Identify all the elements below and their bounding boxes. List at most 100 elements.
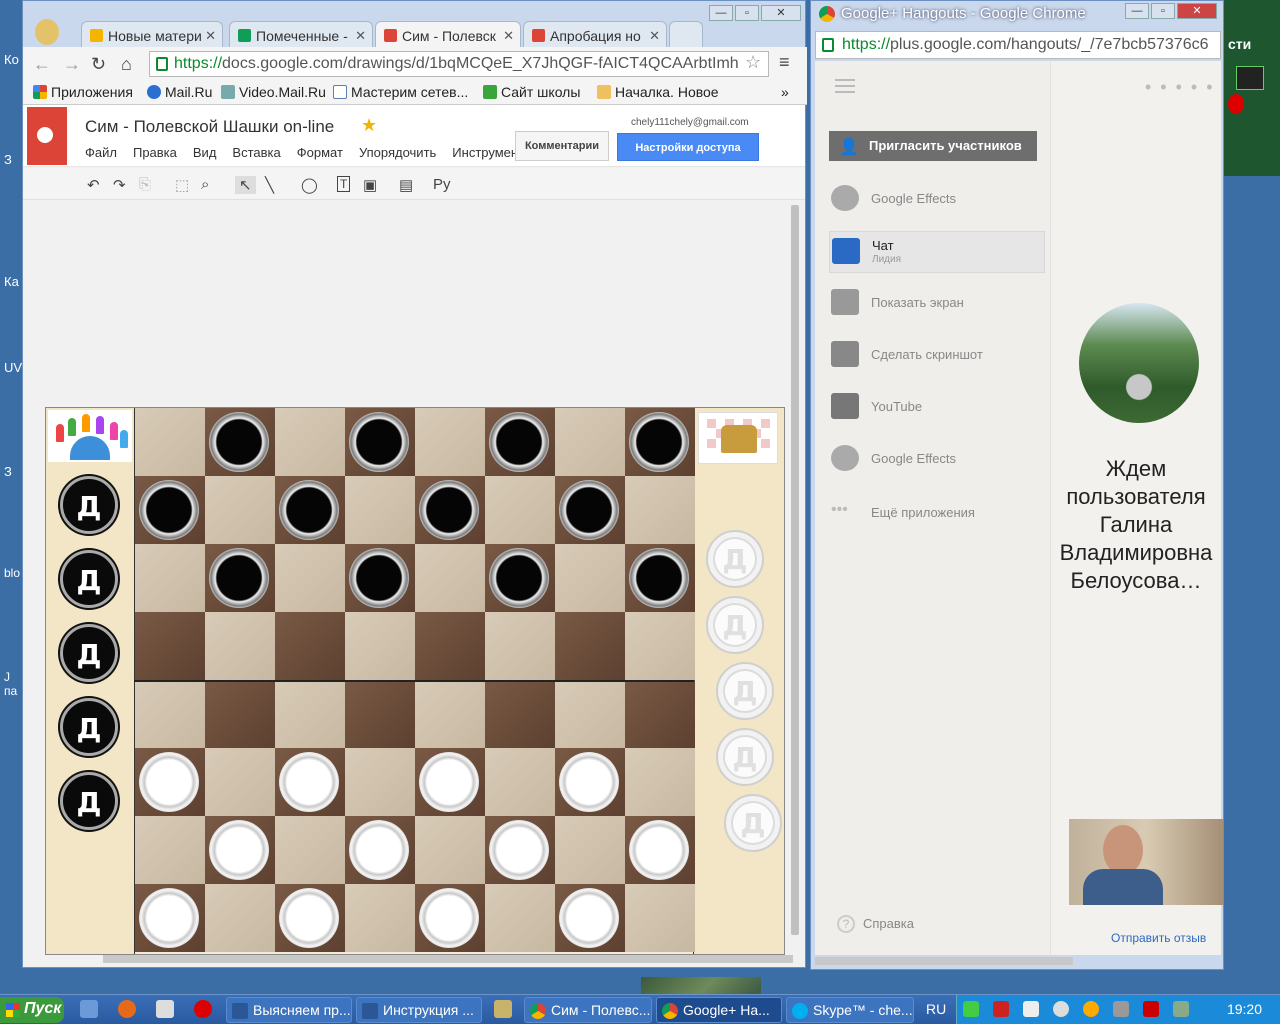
tab-approbation[interactable]: Апробация но ✕ bbox=[523, 21, 667, 47]
board-square[interactable] bbox=[415, 408, 485, 476]
board-square[interactable] bbox=[415, 544, 485, 612]
black-checker[interactable] bbox=[419, 480, 479, 540]
drawings-logo-icon[interactable] bbox=[27, 107, 67, 165]
tray-icon[interactable] bbox=[1173, 1001, 1189, 1017]
board-square[interactable] bbox=[275, 816, 345, 884]
menu-file[interactable]: Файл bbox=[85, 145, 117, 160]
close-button[interactable]: ✕ bbox=[1177, 3, 1217, 19]
image-icon[interactable]: ▣ bbox=[363, 176, 377, 194]
black-checker[interactable] bbox=[279, 480, 339, 540]
black-checker[interactable] bbox=[559, 480, 619, 540]
bookmark-video-mailru[interactable]: Video.Mail.Ru bbox=[221, 84, 326, 100]
white-checker[interactable] bbox=[349, 820, 409, 880]
bookmark-star-icon[interactable]: ☆ bbox=[745, 52, 761, 73]
black-checker[interactable] bbox=[349, 548, 409, 608]
board-square[interactable] bbox=[415, 680, 485, 748]
black-checker[interactable] bbox=[209, 412, 269, 472]
forward-icon[interactable]: → bbox=[63, 54, 81, 75]
board-square[interactable] bbox=[485, 612, 555, 680]
white-checker[interactable] bbox=[559, 888, 619, 948]
address-bar[interactable]: https://docs.google.com/drawings/d/1bqMC… bbox=[149, 51, 769, 77]
send-feedback-link[interactable]: Отправить отзыв bbox=[1111, 931, 1206, 945]
flag-icon[interactable] bbox=[1023, 1001, 1039, 1017]
tray-icon[interactable] bbox=[963, 1001, 979, 1017]
self-video-thumbnail[interactable] bbox=[1069, 819, 1223, 905]
black-king-piece[interactable]: Д bbox=[60, 476, 118, 534]
language-indicator[interactable]: RU bbox=[926, 1001, 946, 1017]
board-square[interactable] bbox=[205, 476, 275, 544]
bookmark-nachalka[interactable]: Началка. Новое bbox=[597, 84, 719, 100]
board-square[interactable] bbox=[625, 476, 695, 544]
white-checker[interactable] bbox=[139, 888, 199, 948]
board-square[interactable] bbox=[485, 748, 555, 816]
back-icon[interactable]: ← bbox=[33, 54, 51, 75]
more-options-icon[interactable]: • • • • • bbox=[1145, 77, 1215, 98]
tray-icon[interactable] bbox=[993, 1001, 1009, 1017]
board-square[interactable] bbox=[625, 748, 695, 816]
board-square[interactable] bbox=[555, 612, 625, 680]
board-square[interactable] bbox=[345, 476, 415, 544]
black-checker[interactable] bbox=[489, 548, 549, 608]
board-square[interactable] bbox=[485, 476, 555, 544]
media-icon[interactable] bbox=[156, 1000, 174, 1018]
horizontal-scrollbar[interactable] bbox=[103, 955, 793, 963]
board-square[interactable] bbox=[345, 612, 415, 680]
zoom-icon[interactable]: ⌕ bbox=[201, 176, 209, 193]
board-square[interactable] bbox=[625, 884, 695, 952]
checkers-board[interactable]: ДДДДДДДДДД bbox=[45, 407, 785, 955]
board-square[interactable] bbox=[415, 612, 485, 680]
task-chrome-drawings[interactable]: Сим - Полевс... bbox=[524, 997, 652, 1023]
address-bar[interactable]: https://plus.google.com/hangouts/_/7e7bc… bbox=[815, 31, 1221, 59]
board-square[interactable] bbox=[625, 612, 695, 680]
white-checker[interactable] bbox=[139, 752, 199, 812]
task-word-1[interactable]: Выясняем пр... bbox=[226, 997, 352, 1023]
vertical-scrollbar[interactable] bbox=[791, 205, 799, 935]
firefox-icon[interactable] bbox=[118, 1000, 136, 1018]
bookmark-mailru[interactable]: Mail.Ru bbox=[147, 84, 212, 100]
menu-insert[interactable]: Вставка bbox=[232, 145, 280, 160]
help-link[interactable]: ? Справка bbox=[837, 915, 914, 933]
drawing-canvas[interactable]: ДДДДДДДДДД bbox=[23, 201, 793, 1024]
black-checker[interactable] bbox=[629, 412, 689, 472]
invite-people-button[interactable]: 👤 Пригласить участников bbox=[829, 131, 1037, 161]
paint-format-icon[interactable]: ⎘ bbox=[139, 176, 151, 193]
audio-meter-icon[interactable] bbox=[1236, 66, 1264, 90]
app-more-apps[interactable]: ••• Ещё приложения bbox=[829, 493, 1045, 535]
desktop-label-2[interactable]: З bbox=[0, 152, 22, 167]
board-square[interactable] bbox=[555, 816, 625, 884]
app-youtube[interactable]: YouTube bbox=[829, 387, 1045, 429]
bookmark-apps[interactable]: Приложения bbox=[33, 84, 133, 100]
volume-icon[interactable] bbox=[1053, 1001, 1069, 1017]
zoom-fit-icon[interactable]: ⬚ bbox=[175, 176, 189, 194]
board-square[interactable] bbox=[135, 612, 205, 680]
black-king-piece[interactable]: Д bbox=[60, 550, 118, 608]
board-square[interactable] bbox=[345, 680, 415, 748]
textbox-icon[interactable]: T bbox=[337, 176, 351, 192]
pdf-icon[interactable] bbox=[1143, 1001, 1159, 1017]
black-king-piece[interactable]: Д bbox=[60, 698, 118, 756]
undo-icon[interactable]: ↶ bbox=[87, 176, 100, 194]
white-checker[interactable] bbox=[419, 888, 479, 948]
board-square[interactable] bbox=[205, 884, 275, 952]
board-square[interactable] bbox=[135, 544, 205, 612]
board-square[interactable] bbox=[555, 680, 625, 748]
board-square[interactable] bbox=[275, 408, 345, 476]
board-square[interactable] bbox=[625, 680, 695, 748]
board-square[interactable] bbox=[205, 612, 275, 680]
start-button[interactable]: Пуск bbox=[0, 997, 64, 1023]
board-square[interactable] bbox=[485, 680, 555, 748]
desktop-label-7[interactable]: J па bbox=[0, 670, 22, 698]
menu-edit[interactable]: Правка bbox=[133, 145, 177, 160]
app-google-effects-2[interactable]: Google Effects bbox=[829, 439, 1045, 481]
board-square[interactable] bbox=[345, 884, 415, 952]
minimize-button[interactable]: — bbox=[1125, 3, 1149, 19]
white-king-piece[interactable]: Д bbox=[706, 530, 764, 588]
tab-close-icon[interactable]: ✕ bbox=[205, 28, 216, 44]
account-email[interactable]: chely111chely@gmail.com bbox=[631, 117, 749, 128]
tab-new-materials[interactable]: Новые матери ✕ bbox=[81, 21, 223, 47]
bookmarks-overflow[interactable]: » bbox=[781, 84, 789, 100]
board-square[interactable] bbox=[275, 680, 345, 748]
menu-tools[interactable]: Инструмен bbox=[452, 145, 518, 160]
minimize-button[interactable]: — bbox=[709, 5, 733, 21]
show-desktop-icon[interactable] bbox=[80, 1000, 98, 1018]
